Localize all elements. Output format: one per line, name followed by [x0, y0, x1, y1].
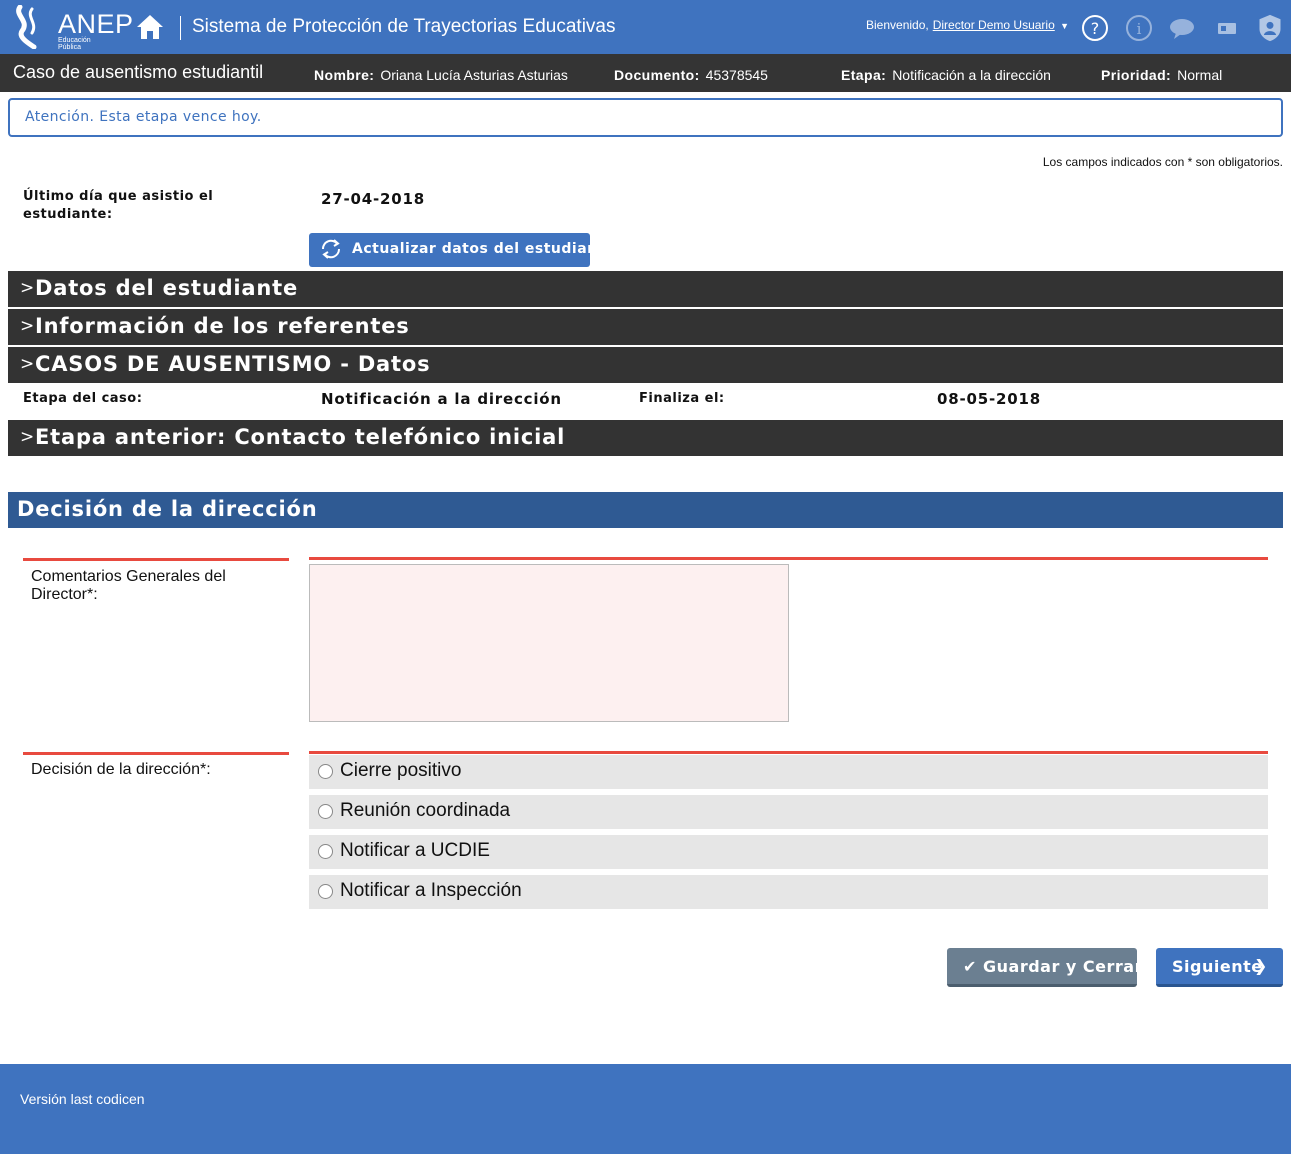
decision-section-header: Decisión de la dirección — [8, 492, 1283, 528]
case-stage-detail-value: Notificación a la dirección — [321, 390, 562, 408]
required-fields-note: Los campos indicados con * son obligator… — [1042, 155, 1283, 169]
chevron-right-icon: > — [20, 427, 35, 447]
case-stage-value: Notificación a la dirección — [892, 67, 1051, 83]
required-marker-line — [23, 558, 289, 561]
chevron-right-icon: > — [20, 316, 35, 336]
chevron-right-icon: > — [20, 278, 35, 298]
anep-logo[interactable]: ANEP Educación Pública — [12, 5, 133, 51]
svg-text:?: ? — [1091, 19, 1100, 38]
case-stage-label: Etapa: — [841, 67, 887, 83]
radio-button[interactable] — [318, 764, 333, 779]
ends-on-value: 08-05-2018 — [937, 390, 1041, 408]
chevron-right-icon: ❯ — [1254, 956, 1268, 975]
case-stage-detail-label: Etapa del caso: — [23, 391, 143, 406]
last-attendance-value: 27-04-2018 — [321, 190, 425, 208]
case-name-value: Oriana Lucía Asturias Asturias — [380, 67, 568, 83]
decision-option-positive-close[interactable]: Cierre positivo — [309, 755, 1268, 789]
deadline-alert-text: Atención. Esta etapa vence hoy. — [25, 109, 262, 125]
decision-option-notify-inspection[interactable]: Notificar a Inspección — [309, 875, 1268, 909]
help-icon[interactable]: ? — [1081, 14, 1109, 42]
required-marker-line — [23, 752, 289, 755]
required-marker-line — [309, 557, 1268, 560]
id-card-icon[interactable] — [1213, 14, 1241, 42]
title-separator — [180, 16, 181, 40]
decision-label: Decisión de la dirección*: — [31, 761, 211, 778]
decision-section-title: Decisión de la dirección — [17, 497, 318, 521]
update-student-data-label: Actualizar datos del estudiante — [352, 241, 615, 257]
section-referents[interactable]: > Información de los referentes — [8, 309, 1283, 345]
section-absence-cases-title: CASOS DE AUSENTISMO - Datos — [35, 352, 431, 376]
case-info-bar: Caso de ausentismo estudiantil Nombre: Or… — [0, 54, 1291, 92]
save-and-close-label: Guardar y Cerrar — [983, 957, 1143, 976]
next-button[interactable]: Siguiente ❯ — [1156, 948, 1283, 987]
chat-icon[interactable] — [1168, 14, 1196, 42]
chevron-right-icon: > — [20, 354, 35, 374]
welcome-label: Bienvenido, — [866, 18, 929, 32]
refresh-icon — [321, 239, 341, 259]
next-label: Siguiente — [1172, 957, 1263, 976]
radio-button[interactable] — [318, 844, 333, 859]
top-navbar: ANEP Educación Pública Sistema de Protec… — [0, 0, 1291, 54]
decision-option-label: Notificar a UCDIE — [340, 840, 490, 861]
section-absence-cases[interactable]: > CASOS DE AUSENTISMO - Datos — [8, 347, 1283, 383]
case-priority: Prioridad: Normal — [1101, 67, 1222, 83]
section-student-data[interactable]: > Datos del estudiante — [8, 271, 1283, 307]
radio-button[interactable] — [318, 804, 333, 819]
decision-option-coordinated-meeting[interactable]: Reunión coordinada — [309, 795, 1268, 829]
home-icon[interactable] — [135, 12, 165, 42]
case-priority-value: Normal — [1177, 67, 1223, 83]
case-name: Nombre: Oriana Lucía Asturias Asturias — [314, 67, 568, 83]
checkmark-icon: ✔ — [963, 957, 977, 976]
anep-logo-icon — [16, 5, 37, 49]
case-document: Documento: 45378545 — [614, 67, 768, 83]
section-student-data-title: Datos del estudiante — [35, 276, 299, 300]
profile-shield-icon[interactable] — [1256, 14, 1284, 42]
decision-option-notify-ucdie[interactable]: Notificar a UCDIE — [309, 835, 1268, 869]
comments-label: Comentarios Generales del Director*: — [31, 568, 226, 603]
welcome-text: Bienvenido, Director Demo Usuario ▼ — [866, 18, 1069, 32]
version-text: Versión last codicen — [20, 1091, 145, 1107]
save-and-close-button[interactable]: ✔ Guardar y Cerrar — [947, 948, 1142, 987]
director-comments-textarea[interactable] — [309, 564, 789, 722]
section-previous-stage[interactable]: > Etapa anterior: Contacto telefónico in… — [8, 420, 1283, 456]
info-icon[interactable]: i — [1125, 14, 1153, 42]
required-marker-line — [309, 751, 1268, 754]
logo-subtitle: Educación Pública — [58, 37, 91, 51]
section-referents-title: Información de los referentes — [35, 314, 410, 338]
caret-down-icon[interactable]: ▼ — [1060, 21, 1069, 31]
update-student-data-button[interactable]: Actualizar datos del estudiante — [309, 233, 614, 267]
decision-option-label: Notificar a Inspección — [340, 880, 522, 901]
case-stage: Etapa: Notificación a la dirección — [841, 67, 1051, 83]
case-priority-label: Prioridad: — [1101, 67, 1172, 83]
case-document-value: 45378545 — [705, 67, 768, 83]
decision-option-label: Reunión coordinada — [340, 800, 511, 821]
case-title: Caso de ausentismo estudiantil — [13, 62, 264, 82]
ends-on-label: Finaliza el: — [639, 391, 725, 406]
case-document-label: Documento: — [614, 67, 700, 83]
footer: Versión last codicen — [0, 1064, 1291, 1154]
radio-button[interactable] — [318, 884, 333, 899]
case-name-label: Nombre: — [314, 67, 375, 83]
svg-text:i: i — [1137, 20, 1142, 38]
logo-text: ANEP — [58, 9, 134, 39]
user-menu-link[interactable]: Director Demo Usuario — [933, 18, 1055, 32]
section-previous-stage-title: Etapa anterior: Contacto telefónico inic… — [35, 425, 566, 449]
decision-option-label: Cierre positivo — [340, 760, 462, 781]
deadline-alert: Atención. Esta etapa vence hoy. — [8, 98, 1283, 137]
last-attendance-label: Último día que asistio el estudiante: — [23, 189, 214, 222]
app-title: Sistema de Protección de Trayectorias Ed… — [192, 16, 616, 37]
